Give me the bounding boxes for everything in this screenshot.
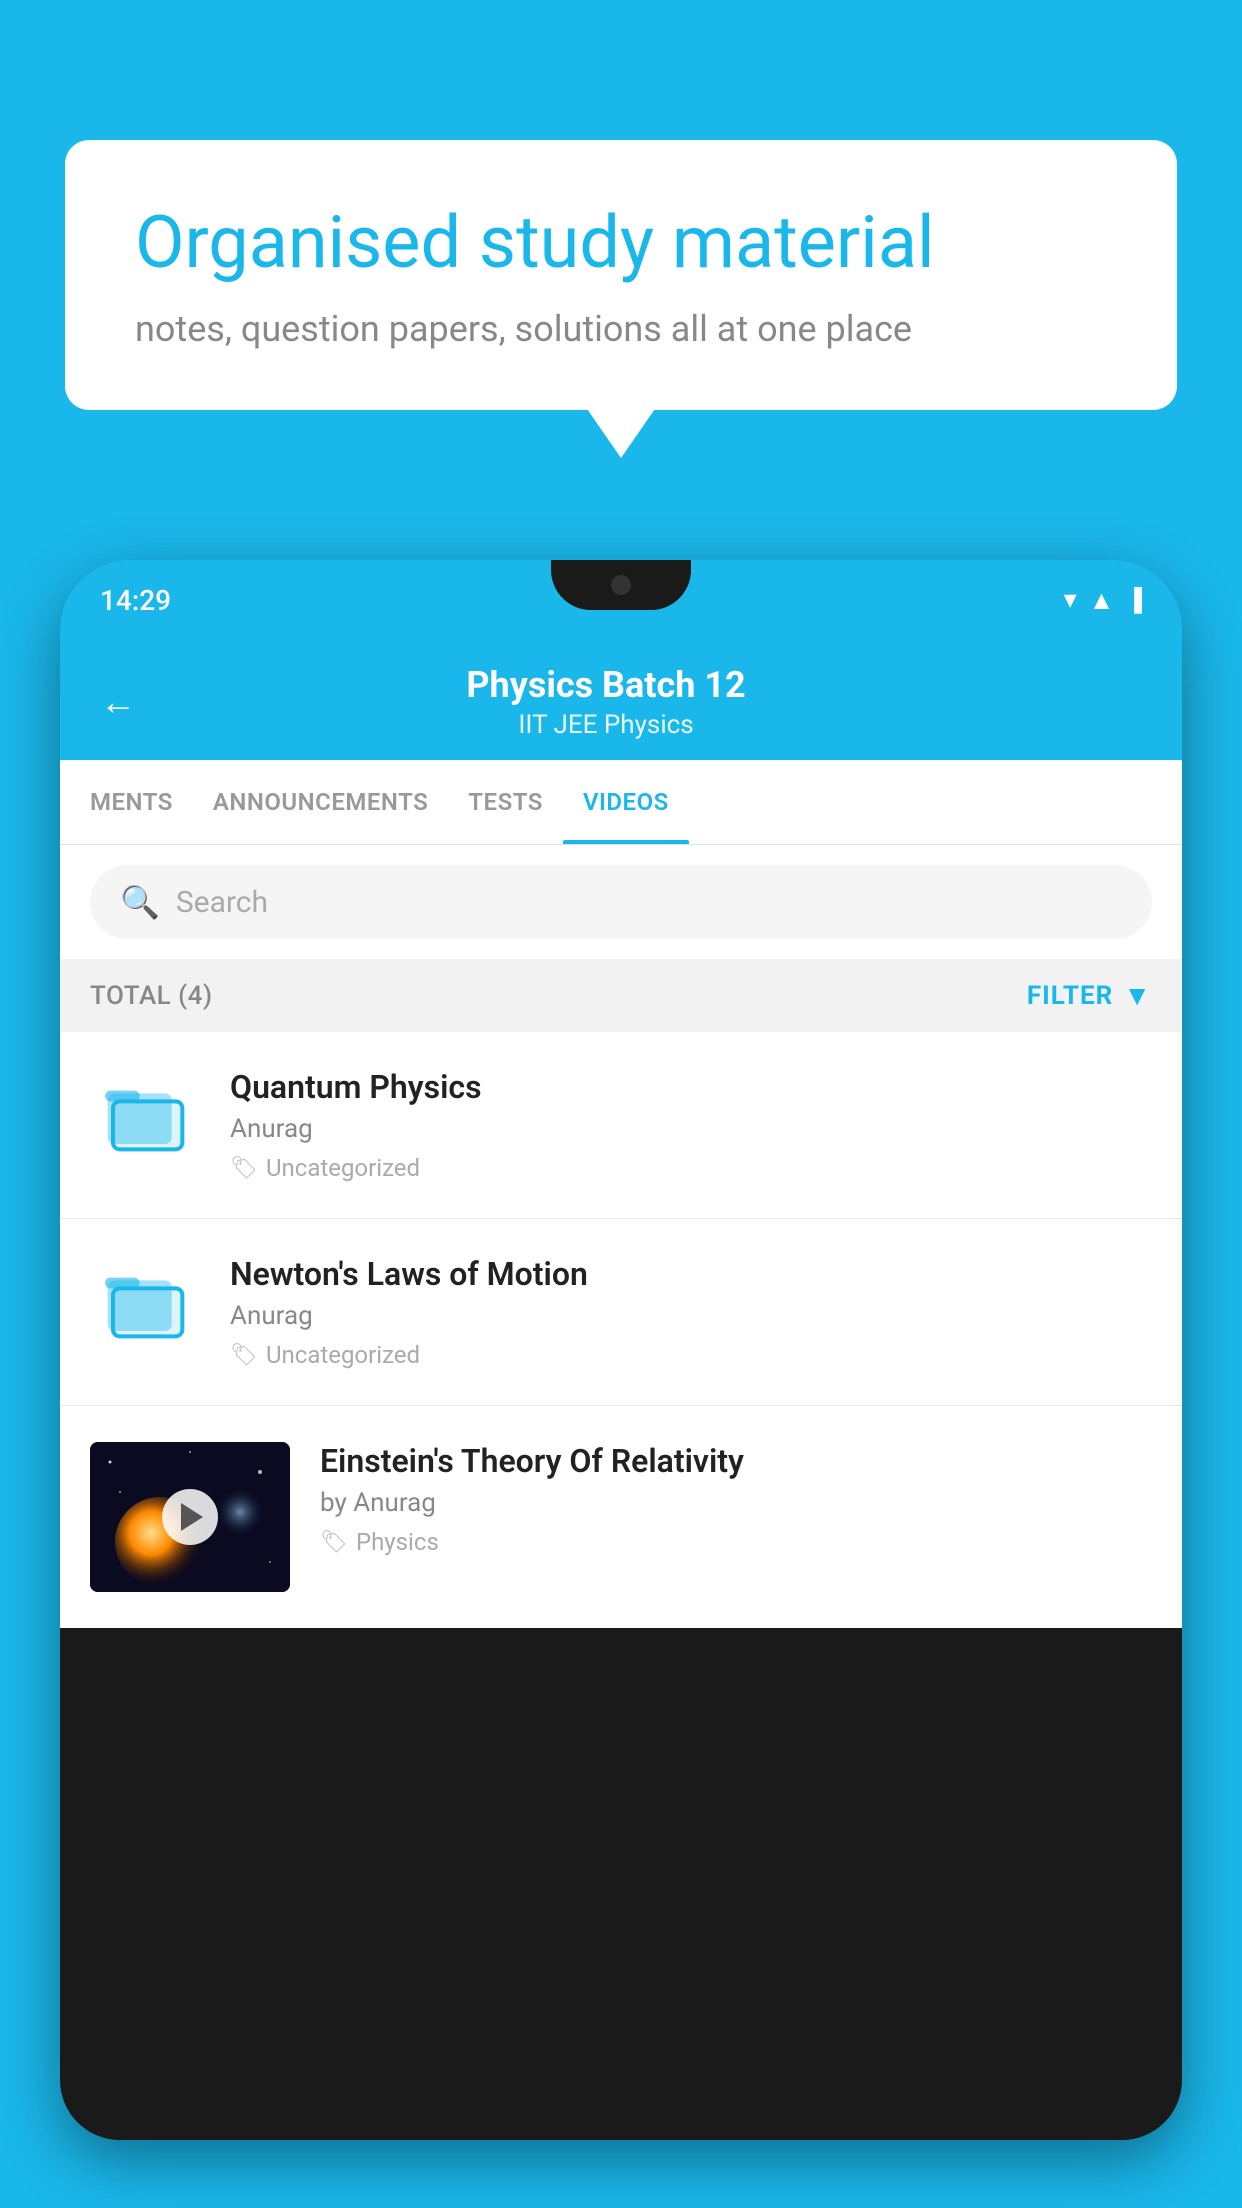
item-author: Anurag: [230, 1301, 1152, 1331]
status-time: 14:29: [100, 584, 171, 617]
phone-frame: 14:29 ▾ ▲ ▐ ← Physics Batch 12 IIT JEE P…: [60, 560, 1182, 2208]
search-input-wrapper[interactable]: 🔍 Search: [90, 865, 1152, 939]
video-thumbnail[interactable]: [90, 1442, 290, 1592]
phone-outer: 14:29 ▾ ▲ ▐ ← Physics Batch 12 IIT JEE P…: [60, 560, 1182, 2140]
item-author: by Anurag: [320, 1488, 1152, 1518]
signal-icon: ▲: [1089, 585, 1115, 616]
tag-label: Uncategorized: [266, 1154, 420, 1182]
play-icon: [181, 1503, 203, 1531]
search-placeholder: Search: [176, 885, 268, 920]
phone-screen: MENTS ANNOUNCEMENTS TESTS VIDEOS 🔍 Searc…: [60, 760, 1182, 1628]
tag-icon: 🏷: [320, 1530, 348, 1555]
tag-icon: 🏷: [230, 1343, 258, 1368]
play-button[interactable]: [162, 1489, 218, 1545]
content-area: Quantum Physics Anurag 🏷 Uncategorized: [60, 1032, 1182, 1628]
item-author: Anurag: [230, 1114, 1152, 1144]
tab-ments[interactable]: MENTS: [70, 760, 193, 844]
bubble-title: Organised study material: [135, 200, 1107, 286]
item-tag: 🏷 Uncategorized: [230, 1341, 1152, 1369]
item-icon-area: [90, 1068, 200, 1156]
search-icon: 🔍: [120, 883, 160, 921]
wifi-icon: ▾: [1064, 585, 1077, 615]
header-title: Physics Batch 12: [166, 664, 1046, 706]
item-title: Einstein's Theory Of Relativity: [320, 1442, 1152, 1480]
folder-icon: [105, 1076, 185, 1156]
tabs-bar: MENTS ANNOUNCEMENTS TESTS VIDEOS: [60, 760, 1182, 845]
app-header: ← Physics Batch 12 IIT JEE Physics: [60, 640, 1182, 760]
back-button[interactable]: ←: [100, 681, 136, 723]
filter-icon: ▼: [1123, 979, 1152, 1012]
item-tag: 🏷 Physics: [320, 1528, 1152, 1556]
item-content: Einstein's Theory Of Relativity by Anura…: [320, 1442, 1152, 1556]
folder-icon: [105, 1263, 185, 1343]
filter-label: FILTER: [1027, 981, 1113, 1011]
speech-bubble-card: Organised study material notes, question…: [65, 140, 1177, 410]
header-subtitle: IIT JEE Physics: [166, 710, 1046, 740]
status-icons: ▾ ▲ ▐: [1064, 585, 1142, 616]
item-tag: 🏷 Uncategorized: [230, 1154, 1152, 1182]
speech-bubble: Organised study material notes, question…: [65, 140, 1177, 410]
tab-tests[interactable]: TESTS: [448, 760, 563, 844]
list-item[interactable]: Quantum Physics Anurag 🏷 Uncategorized: [60, 1032, 1182, 1219]
total-count: TOTAL (4): [90, 981, 213, 1011]
item-content: Newton's Laws of Motion Anurag 🏷 Uncateg…: [230, 1255, 1152, 1369]
tab-announcements[interactable]: ANNOUNCEMENTS: [193, 760, 448, 844]
notch: [551, 560, 691, 610]
search-container: 🔍 Search: [60, 845, 1182, 959]
status-bar: 14:29 ▾ ▲ ▐: [60, 560, 1182, 640]
filter-bar: TOTAL (4) FILTER ▼: [60, 959, 1182, 1032]
list-item[interactable]: Newton's Laws of Motion Anurag 🏷 Uncateg…: [60, 1219, 1182, 1406]
item-content: Quantum Physics Anurag 🏷 Uncategorized: [230, 1068, 1152, 1182]
item-icon-area: [90, 1255, 200, 1343]
filter-button[interactable]: FILTER ▼: [1027, 979, 1152, 1012]
camera: [611, 575, 631, 595]
battery-icon: ▐: [1126, 587, 1142, 613]
bubble-subtitle: notes, question papers, solutions all at…: [135, 308, 1107, 350]
item-title: Newton's Laws of Motion: [230, 1255, 1152, 1293]
tab-videos[interactable]: VIDEOS: [563, 760, 689, 844]
list-item[interactable]: Einstein's Theory Of Relativity by Anura…: [60, 1406, 1182, 1628]
item-title: Quantum Physics: [230, 1068, 1152, 1106]
header-title-area: Physics Batch 12 IIT JEE Physics: [166, 664, 1046, 740]
tag-icon: 🏷: [230, 1156, 258, 1181]
tag-label: Physics: [356, 1528, 439, 1556]
tag-label: Uncategorized: [266, 1341, 420, 1369]
